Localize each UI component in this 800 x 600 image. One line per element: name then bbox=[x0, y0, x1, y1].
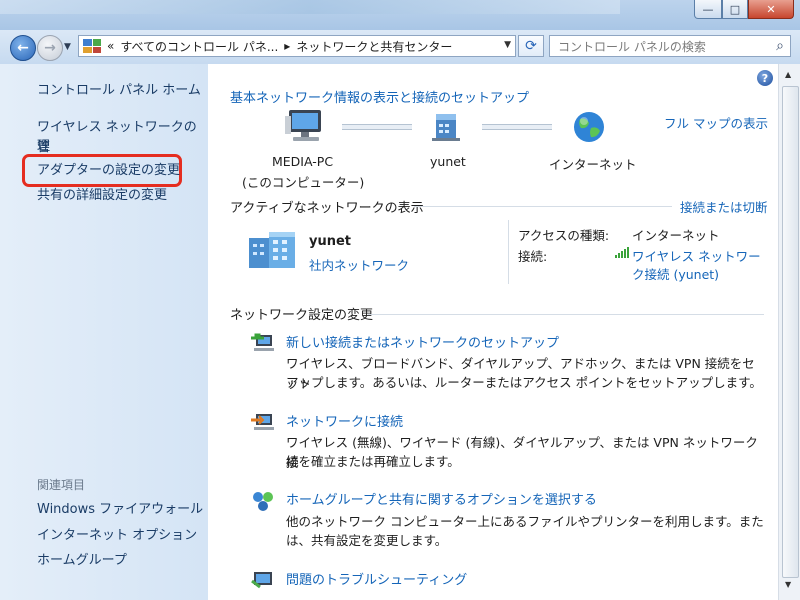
globe-icon bbox=[574, 112, 604, 142]
computer-subtitle: (このコンピューター) bbox=[242, 175, 365, 190]
refresh-button[interactable]: ⟳ bbox=[518, 35, 544, 57]
title-bar-background bbox=[0, 0, 620, 14]
control-panel-icon bbox=[83, 39, 101, 53]
task-new-connection[interactable]: 新しい接続またはネットワークのセットアップ bbox=[286, 332, 559, 351]
network-name: yunet bbox=[430, 154, 466, 169]
homegroup-icon bbox=[253, 492, 273, 511]
task-homegroup[interactable]: ホームグループと共有に関するオプションを選択する bbox=[286, 489, 597, 508]
address-bar[interactable]: « すべてのコントロール パネ... ▸ ネットワークと共有センター ▼ bbox=[78, 35, 516, 57]
connection-line bbox=[482, 124, 552, 130]
address-prefix[interactable]: « bbox=[107, 39, 114, 53]
maximize-button[interactable]: □ bbox=[722, 0, 748, 19]
help-icon[interactable]: ? bbox=[757, 70, 773, 86]
breadcrumb-all-control-panel[interactable]: すべてのコントロール パネ... bbox=[120, 38, 278, 55]
search-input[interactable]: コントロール パネルの検索 ⌕ bbox=[549, 35, 791, 57]
connect-network-icon bbox=[251, 414, 274, 430]
change-settings-heading: ネットワーク設定の変更 bbox=[230, 308, 374, 323]
task-new-connection-desc2: アップします。あるいは、ルーターまたはアクセス ポイントをセットアップします。 bbox=[286, 375, 762, 390]
refresh-icon: ⟳ bbox=[525, 38, 537, 54]
active-network-name: yunet bbox=[309, 234, 352, 249]
task-connect-network-desc2: 続を確立または再確立します。 bbox=[286, 454, 460, 469]
divider bbox=[368, 314, 764, 315]
access-type-value: インターネット bbox=[632, 228, 720, 243]
recent-pages-dropdown[interactable]: ▼ bbox=[64, 42, 71, 52]
troubleshoot-icon bbox=[251, 572, 272, 589]
sidebar-item-adapter-settings[interactable]: アダプターの設定の変更 bbox=[37, 161, 180, 181]
sidebar-item-wireless-line1[interactable]: ワイヤレス ネットワークの管 bbox=[37, 118, 208, 158]
connect-disconnect-link[interactable]: 接続または切断 bbox=[680, 197, 768, 216]
search-placeholder: コントロール パネルの検索 bbox=[558, 39, 706, 54]
forward-button[interactable]: → bbox=[37, 35, 63, 61]
scrollbar-thumb[interactable] bbox=[782, 86, 799, 578]
title-bar: — □ ✕ bbox=[0, 0, 800, 30]
wireless-connection-link-1[interactable]: ワイヤレス ネットワー bbox=[632, 246, 761, 265]
sidebar-item-internet-options[interactable]: インターネット オプション bbox=[37, 526, 197, 546]
task-homegroup-desc1: 他のネットワーク コンピューター上にあるファイルやプリンターを利用します。また bbox=[286, 514, 764, 529]
wifi-signal-icon bbox=[615, 247, 629, 258]
connection-line bbox=[342, 124, 412, 130]
search-icon[interactable]: ⌕ bbox=[776, 38, 784, 54]
scroll-up-icon[interactable]: ▲ bbox=[785, 70, 791, 79]
internet-label: インターネット bbox=[549, 157, 637, 172]
sidebar-item-advanced-sharing[interactable]: 共有の詳細設定の変更 bbox=[37, 186, 167, 206]
window-controls: — □ ✕ bbox=[694, 0, 794, 19]
active-networks-heading: アクティブなネットワークの表示 bbox=[230, 201, 424, 216]
navigation-bar: ← → ▼ « すべてのコントロール パネ... ▸ ネットワークと共有センター… bbox=[0, 30, 800, 64]
new-connection-icon bbox=[251, 333, 274, 351]
computer-icon bbox=[285, 110, 321, 141]
building-icon bbox=[249, 232, 295, 268]
network-type-link[interactable]: 社内ネットワーク bbox=[309, 255, 409, 274]
vertical-divider bbox=[508, 220, 509, 284]
network-icon bbox=[432, 114, 460, 141]
back-button[interactable]: ← bbox=[10, 35, 36, 61]
breadcrumb-network-center[interactable]: ネットワークと共有センター bbox=[296, 38, 452, 55]
scroll-down-icon[interactable]: ▼ bbox=[785, 580, 791, 589]
sidebar-item-homegroup[interactable]: ホームグループ bbox=[37, 551, 127, 571]
breadcrumb-separator[interactable]: ▸ bbox=[284, 39, 290, 53]
access-type-label: アクセスの種類: bbox=[518, 228, 610, 243]
task-troubleshoot[interactable]: 問題のトラブルシューティング bbox=[286, 569, 467, 588]
computer-name: MEDIA-PC bbox=[272, 154, 334, 169]
full-map-link[interactable]: フル マップの表示 bbox=[664, 113, 768, 132]
vertical-scrollbar[interactable]: ▲ ▼ bbox=[778, 64, 800, 600]
sidebar-item-home[interactable]: コントロール パネル ホーム bbox=[37, 81, 201, 101]
related-heading: 関連項目 bbox=[37, 478, 86, 492]
minimize-button[interactable]: — bbox=[694, 0, 722, 19]
sidebar: コントロール パネル ホーム ワイヤレス ネットワークの管 理 アダプターの設定… bbox=[0, 64, 208, 600]
close-button[interactable]: ✕ bbox=[748, 0, 794, 19]
task-homegroup-desc2: は、共有設定を変更します。 bbox=[286, 533, 448, 548]
page-title: 基本ネットワーク情報の表示と接続のセットアップ bbox=[230, 91, 530, 106]
connection-label: 接続: bbox=[518, 249, 548, 264]
sidebar-item-firewall[interactable]: Windows ファイアウォール bbox=[37, 500, 203, 520]
divider bbox=[414, 206, 672, 207]
task-connect-network[interactable]: ネットワークに接続 bbox=[286, 411, 403, 430]
address-dropdown-icon[interactable]: ▼ bbox=[504, 40, 511, 50]
wireless-connection-link-2[interactable]: ク接続 (yunet) bbox=[632, 264, 719, 283]
